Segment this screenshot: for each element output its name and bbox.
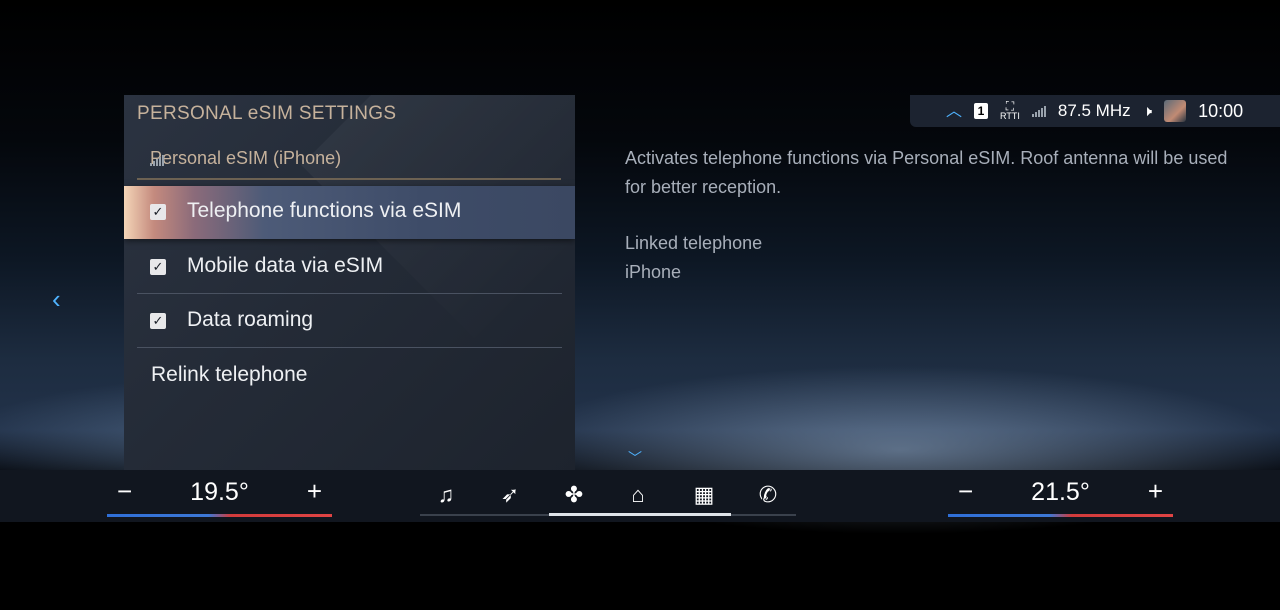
panel-title: PERSONAL eSIM SETTINGS — [137, 103, 397, 124]
channel-badge: 1 — [974, 103, 989, 119]
list-item-mobile-data[interactable]: ✓ Mobile data via eSIM — [124, 241, 575, 294]
radio-frequency: 87.5 MHz — [1057, 101, 1131, 120]
linked-telephone-value: iPhone — [625, 262, 682, 282]
signal-icon — [150, 154, 549, 166]
divider — [137, 347, 562, 348]
checkbox-telephone-functions[interactable]: ✓ — [150, 204, 166, 220]
fan-icon[interactable]: ✤ — [556, 480, 592, 510]
linked-telephone-info: Linked telephone iPhone — [625, 229, 762, 287]
navigation-icon[interactable]: ➶ — [492, 480, 528, 510]
bottom-control-bar: − 19.5° + ♫ ➶ ✤ ⌂ ▦ ✆ − 21.5° + — [0, 470, 1280, 522]
signal-icon — [1031, 105, 1046, 117]
chevron-up-icon[interactable]: ︿ — [946, 97, 962, 121]
checkbox-mobile-data[interactable]: ✓ — [150, 259, 166, 275]
apps-icon[interactable]: ▦ — [686, 480, 722, 510]
music-icon[interactable]: ♫ — [428, 480, 464, 510]
main-navigation: ♫ ➶ ✤ ⌂ ▦ ✆ — [420, 470, 796, 522]
esim-settings-panel: PERSONAL eSIM SETTINGS Personal eSIM (iP… — [124, 95, 575, 475]
temp-increase-left-button[interactable]: + — [307, 476, 322, 507]
speaker-icon: 🕨 — [1142, 102, 1153, 120]
screen: ︿ 1 ⛶ RTTI 87.5 MHz 🕨 10:00 ‹ PERSONAL eS… — [0, 0, 1280, 610]
status-bar: ︿ 1 ⛶ RTTI 87.5 MHz 🕨 10:00 — [910, 95, 1280, 127]
temp-left[interactable]: 19.5° — [107, 478, 332, 507]
nav-active-indicator — [549, 513, 731, 516]
temp-gradient-bar — [107, 514, 332, 517]
clock: 10:00 — [1198, 100, 1244, 121]
home-icon[interactable]: ⌂ — [620, 480, 656, 510]
list-item-label: Mobile data via eSIM — [187, 254, 384, 277]
relink-telephone-item[interactable]: Relink telephone — [151, 363, 307, 387]
temp-right[interactable]: 21.5° — [948, 478, 1173, 507]
chevron-down-icon[interactable]: ﹀ — [628, 448, 642, 468]
rtti-icon: ⛶ RTTI — [1000, 99, 1020, 121]
temp-gradient-bar — [948, 514, 1173, 517]
linked-telephone-label: Linked telephone — [625, 233, 763, 253]
back-chevron-icon[interactable]: ‹ — [52, 284, 61, 315]
climate-right: − 21.5° + — [948, 470, 1173, 522]
temp-increase-right-button[interactable]: + — [1148, 476, 1163, 507]
list-item-telephone-functions[interactable]: ✓ Telephone functions via eSIM — [124, 186, 575, 239]
list-item-label: Data roaming — [187, 308, 314, 331]
divider — [137, 293, 562, 294]
phone-icon[interactable]: ✆ — [750, 480, 786, 510]
description-text: Activates telephone functions via Person… — [625, 148, 1228, 197]
esim-subheader: Personal eSIM (iPhone) — [137, 140, 561, 180]
list-item-label: Telephone functions via eSIM — [187, 199, 462, 222]
climate-left: − 19.5° + — [107, 470, 332, 522]
checkbox-data-roaming[interactable]: ✓ — [150, 313, 166, 329]
media-thumbnail — [1164, 100, 1187, 122]
list-item-data-roaming[interactable]: ✓ Data roaming — [124, 295, 575, 348]
